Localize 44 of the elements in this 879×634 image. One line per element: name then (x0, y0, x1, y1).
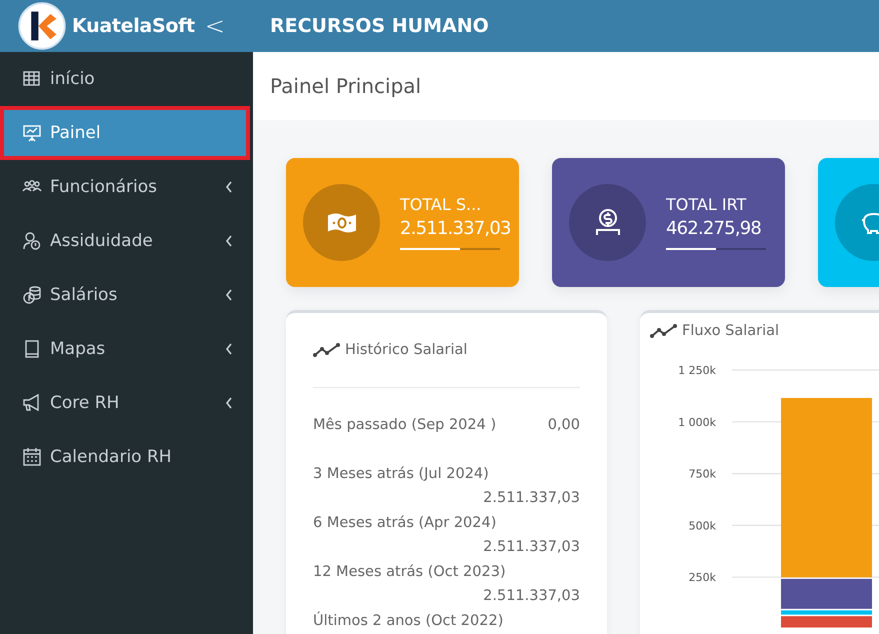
period-label: 3 Meses atrás (Jul 2024) (313, 464, 490, 484)
axis-label: 500k (688, 519, 716, 532)
period-label: Mês passado (Sep 2024 ) (313, 416, 496, 435)
stat-title: TOTAL IRT (666, 195, 746, 214)
sidebar-item[interactable]: Mapas (0, 322, 253, 376)
axis-label: 250k (688, 571, 716, 584)
chevron-icon (225, 181, 233, 193)
axis-label: 1 000k (678, 416, 716, 429)
trend-line-icon (313, 342, 341, 358)
chevron-icon (225, 289, 233, 301)
period-label: Últimos 2 anos (Oct 2022) (313, 610, 504, 630)
period-label: 6 Meses atrás (Apr 2024) (313, 514, 498, 532)
logo-icon (18, 2, 66, 50)
brand-name: KuatelaSoft (72, 15, 195, 37)
sidebar-item[interactable]: Funcionários (0, 160, 253, 214)
stat-value: 2.511.337,03 (400, 217, 511, 241)
card-title: Histórico Salarial (345, 342, 468, 358)
page-title: Painel Principal (270, 74, 422, 98)
sidebar-item[interactable]: Salários (0, 268, 253, 322)
calendar-icon (22, 447, 42, 467)
chevron-icon (225, 397, 233, 409)
period-value: 0,00 (548, 416, 580, 435)
sidebar-item[interactable]: Assiduidade (0, 214, 253, 268)
period-value: 2.511.337,03 (483, 538, 580, 557)
sidebar-item[interactable]: Painel (0, 106, 250, 160)
chevron-icon (225, 235, 233, 247)
period-value: 2.511.337,03 (483, 489, 580, 508)
period-value: 2.511.337,03 (483, 587, 580, 606)
chevron-icon (225, 343, 233, 355)
stat-title: TOTAL S... (400, 195, 482, 214)
trend-line-icon (650, 323, 678, 339)
period-label: 12 Meses atrás (Oct 2023) (313, 562, 507, 582)
coins-icon (22, 285, 42, 305)
axis-label: 1 250k (678, 364, 716, 377)
sidebar-item[interactable]: Core RH (0, 376, 253, 430)
card-title: Fluxo Salarial (682, 323, 780, 339)
sidebar-item[interactable]: Calendario RH (0, 430, 253, 484)
presentation-icon (22, 123, 42, 143)
user-clock-icon (22, 231, 42, 251)
axis-label: 750k (688, 468, 716, 481)
collapse-button[interactable]: < (204, 12, 225, 40)
sidebar-item[interactable]: início (0, 52, 253, 106)
header-title: RECURSOS HUMANO (270, 15, 489, 37)
stat-value: 462.275,98 (666, 217, 762, 241)
